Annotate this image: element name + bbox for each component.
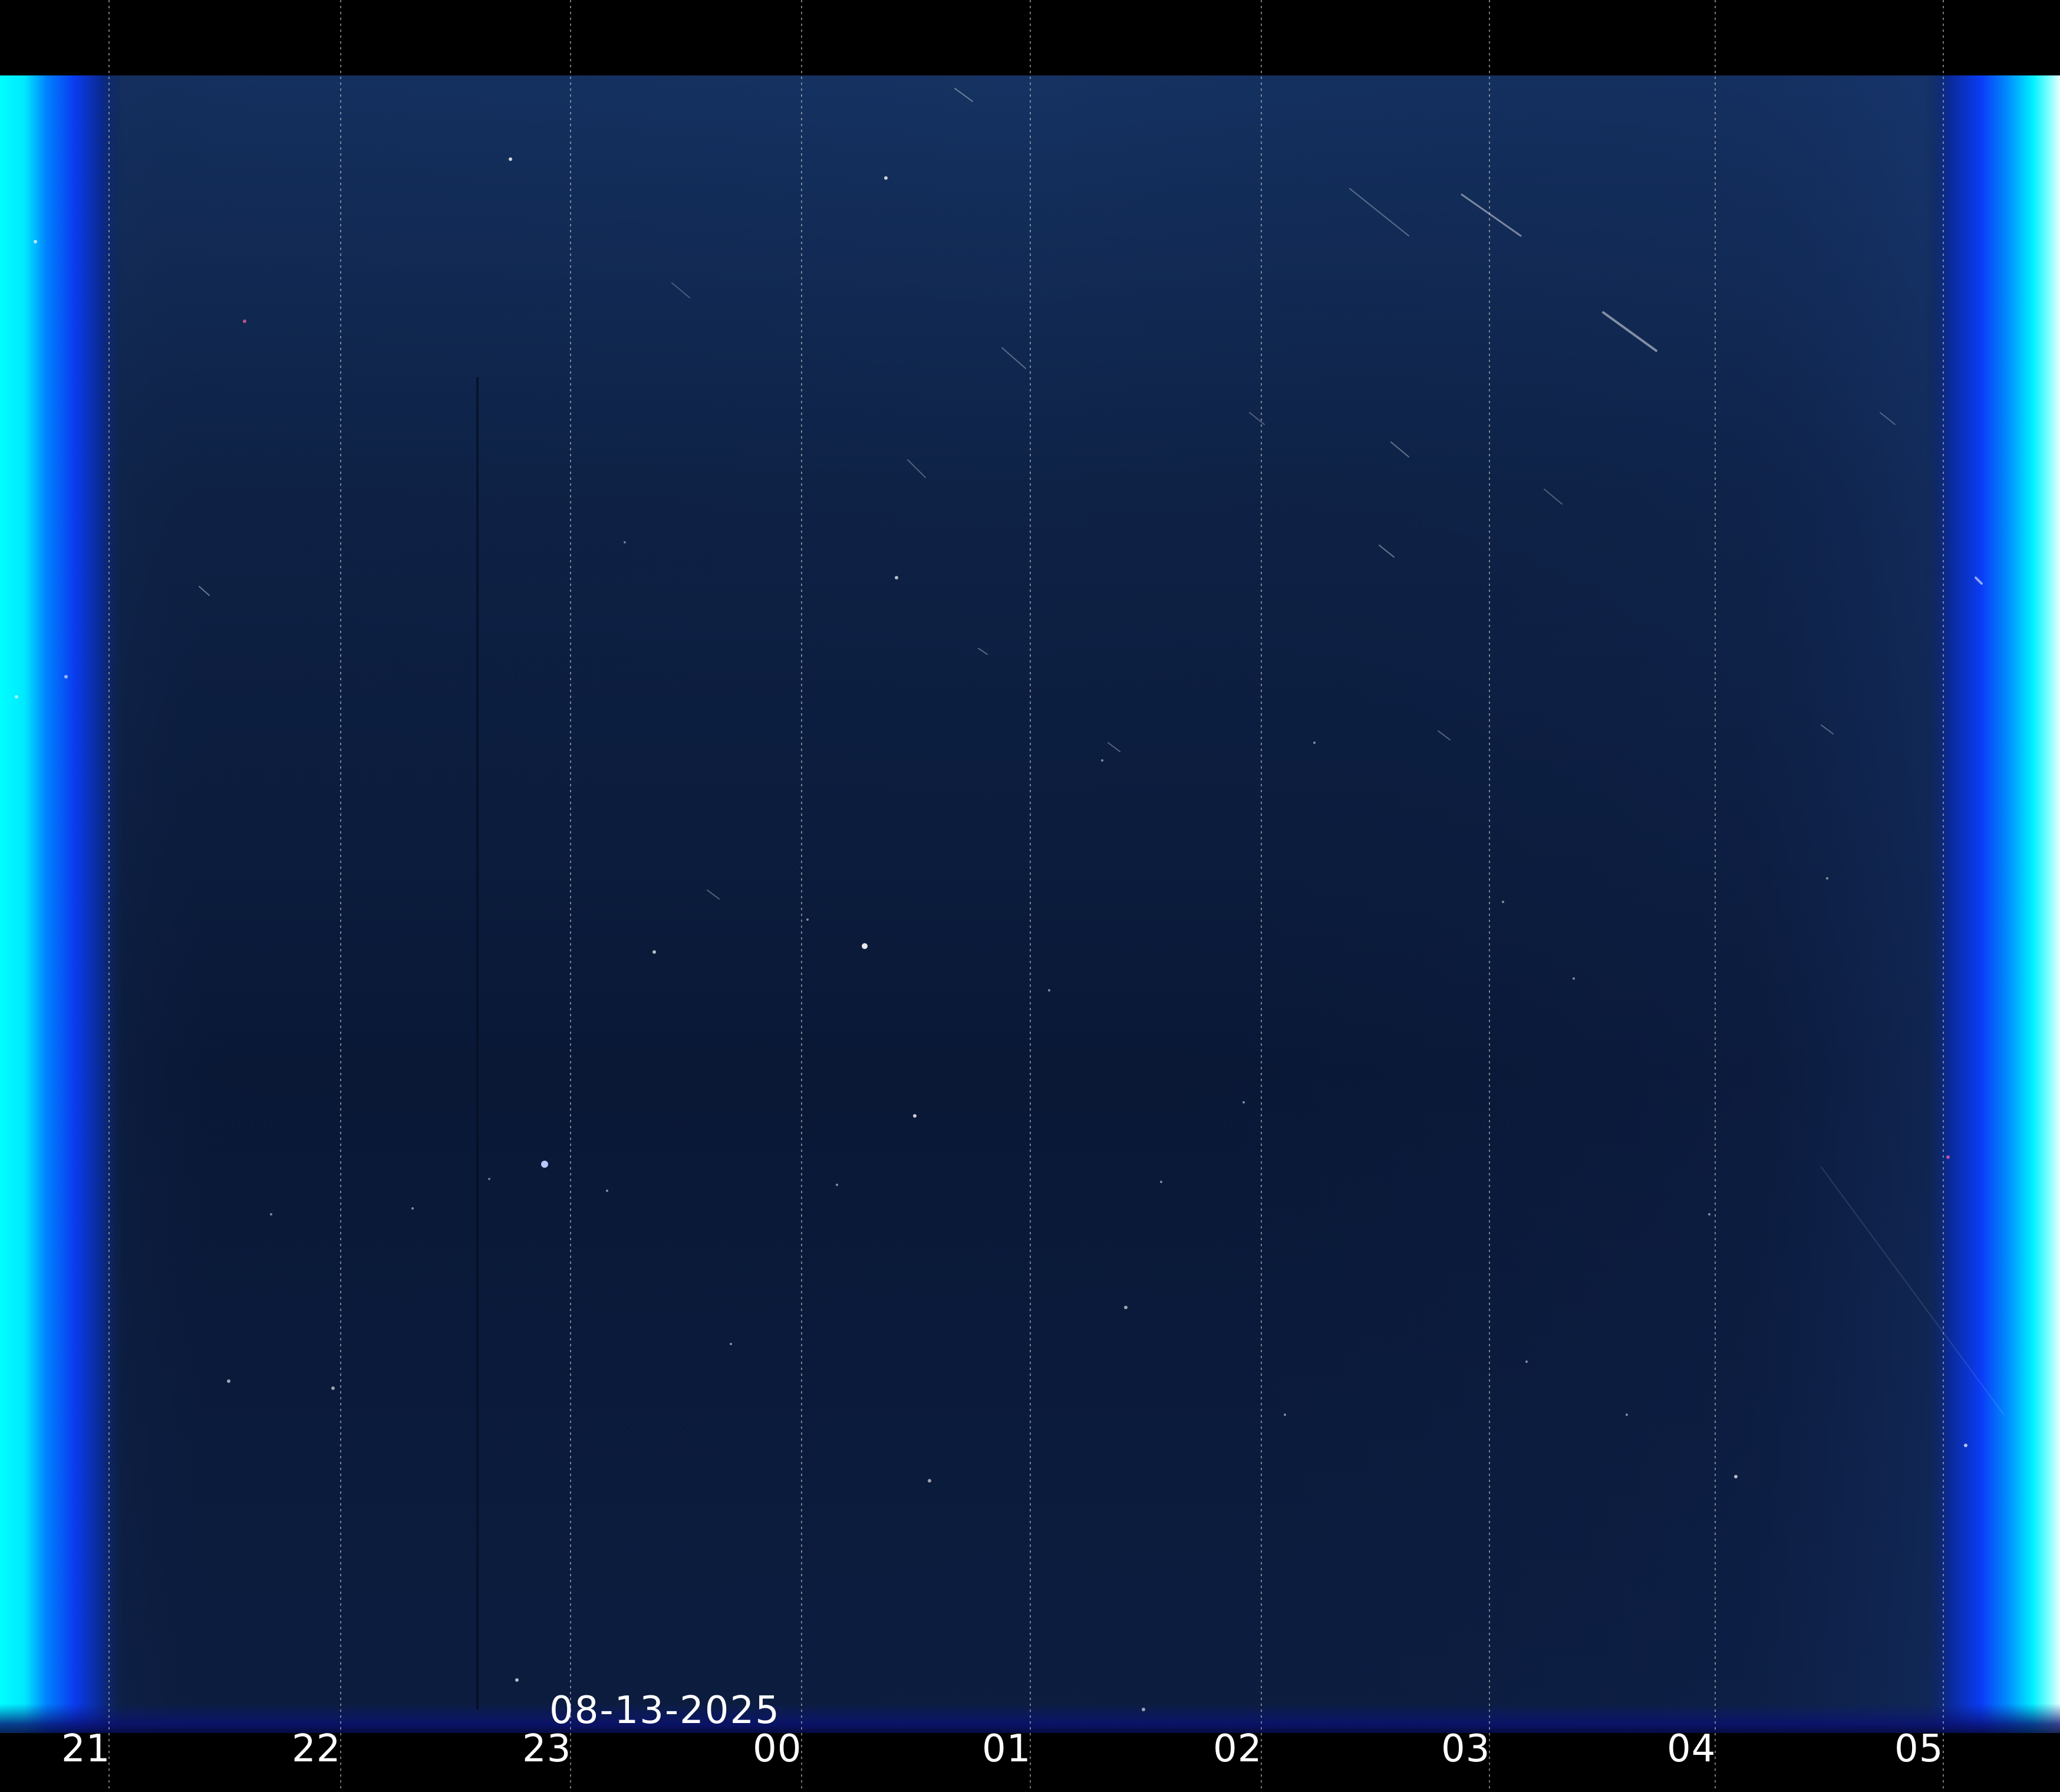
hour-label-02: 02 [1213,1727,1263,1771]
hour-label-04: 04 [1667,1727,1716,1771]
hour-label-00: 00 [753,1727,802,1771]
hour-label-01: 01 [982,1727,1031,1771]
keogram-image [0,0,2060,1792]
hour-label-21: 21 [61,1727,111,1771]
hour-label-05: 05 [1894,1727,1944,1771]
evening-twilight [0,75,124,1733]
morning-twilight [1924,75,2060,1733]
date-label: 08-13-2025 [549,1689,780,1732]
hour-label-03: 03 [1441,1727,1491,1771]
hour-label-23: 23 [522,1727,572,1771]
hour-label-22: 22 [292,1727,341,1771]
